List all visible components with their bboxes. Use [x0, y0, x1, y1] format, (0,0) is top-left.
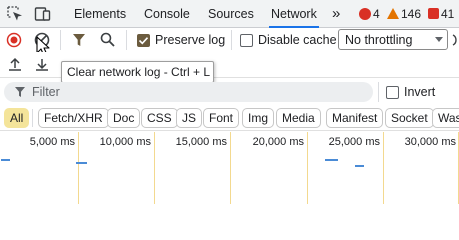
- warning-count: 146: [401, 7, 422, 21]
- network-conditions-icon[interactable]: [452, 32, 459, 51]
- warning-icon: [387, 8, 399, 19]
- error-count-badge[interactable]: 4: [359, 6, 380, 22]
- more-tabs-button[interactable]: »: [330, 0, 342, 28]
- timeline-gridline: [307, 132, 308, 204]
- type-filter-doc[interactable]: Doc: [107, 108, 141, 128]
- export-har-icon[interactable]: [35, 57, 49, 74]
- type-filter-socket[interactable]: Socket: [385, 108, 434, 128]
- warning-count-badge[interactable]: 146: [387, 6, 421, 22]
- timeline-tick-label: 15,000 ms: [175, 136, 227, 148]
- error-count: 4: [373, 7, 380, 21]
- issues-count-badge[interactable]: 41: [428, 6, 454, 22]
- tab-console[interactable]: Console: [142, 0, 192, 28]
- preserve-log-label[interactable]: Preserve log: [155, 33, 225, 47]
- disable-cache-checkbox[interactable]: [240, 34, 253, 47]
- type-filter-wasm[interactable]: Was: [432, 108, 459, 128]
- filter-funnel-icon[interactable]: [72, 33, 86, 50]
- tab-sources[interactable]: Sources: [206, 0, 256, 28]
- type-filter-js[interactable]: JS: [176, 108, 203, 128]
- type-filter-css[interactable]: CSS: [141, 108, 178, 128]
- inspect-element-icon[interactable]: [6, 5, 24, 23]
- timeline-gridline: [230, 132, 231, 204]
- timeline-tick-label: 10,000 ms: [99, 136, 151, 148]
- filter-icon: [14, 86, 26, 101]
- filter-input[interactable]: Filter: [4, 82, 373, 102]
- disable-cache-label[interactable]: Disable cache: [258, 33, 337, 47]
- device-toolbar-icon[interactable]: [34, 5, 52, 23]
- timeline-gridline: [78, 132, 79, 204]
- toolbar-divider: [231, 30, 232, 50]
- search-icon[interactable]: [100, 32, 115, 50]
- record-stop-button[interactable]: [6, 32, 22, 51]
- chevron-down-icon: [435, 37, 443, 42]
- resource-type-filters: All Fetch/XHR Doc CSS JS Font Img Media …: [0, 105, 459, 131]
- timeline-gridline: [154, 132, 155, 204]
- toolbar-divider: [126, 30, 127, 50]
- request-bar: [355, 165, 364, 167]
- request-bar: [76, 162, 87, 164]
- throttling-select[interactable]: No throttling: [338, 29, 448, 50]
- type-filter-img[interactable]: Img: [242, 108, 275, 128]
- throttling-value: No throttling: [345, 33, 413, 47]
- preserve-log-checkbox[interactable]: [137, 34, 150, 47]
- invert-checkbox[interactable]: [386, 86, 399, 99]
- filter-row: Filter Invert: [0, 80, 459, 104]
- issues-icon: [428, 8, 439, 19]
- type-filter-font[interactable]: Font: [203, 108, 240, 128]
- filter-placeholder: Filter: [32, 85, 60, 99]
- timeline-tick-label: 5,000 ms: [29, 136, 75, 148]
- devtools-tab-bar: Elements Console Sources Network » 4 146…: [0, 0, 459, 28]
- timeline-tick-label: 25,000 ms: [328, 136, 380, 148]
- type-filter-media[interactable]: Media: [276, 108, 321, 128]
- issues-count: 41: [441, 7, 455, 21]
- import-har-icon[interactable]: [8, 57, 22, 74]
- type-filter-all[interactable]: All: [4, 108, 30, 128]
- type-filter-fetch-xhr[interactable]: Fetch/XHR: [38, 108, 109, 128]
- request-bar: [1, 159, 10, 161]
- network-toolbar: Preserve log Disable cache No throttling: [0, 28, 459, 57]
- toolbar-divider: [32, 109, 33, 127]
- error-icon: [359, 8, 371, 20]
- type-filter-manifest[interactable]: Manifest: [326, 108, 384, 128]
- request-bar: [325, 159, 338, 161]
- timeline-gridline: [383, 132, 384, 204]
- timeline-tick-label: 20,000 ms: [252, 136, 304, 148]
- toolbar-divider: [378, 82, 379, 102]
- invert-label[interactable]: Invert: [404, 85, 435, 99]
- toolbar-divider: [60, 30, 61, 50]
- timeline-tick-label: 30,000 ms: [404, 136, 456, 148]
- tab-network[interactable]: Network: [269, 0, 319, 28]
- tab-elements[interactable]: Elements: [72, 0, 128, 28]
- network-overview-timeline[interactable]: 5,000 ms 10,000 ms 15,000 ms 20,000 ms 2…: [0, 132, 459, 204]
